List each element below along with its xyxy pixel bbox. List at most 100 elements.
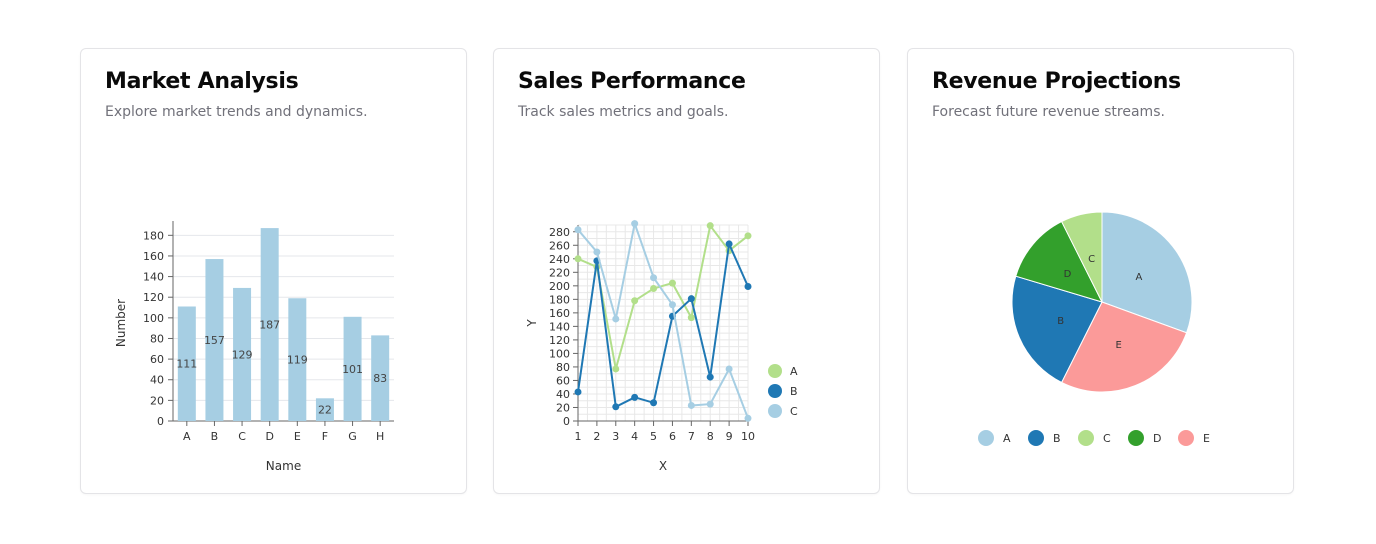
data-point	[744, 283, 752, 291]
y-tick-label: 160	[549, 307, 570, 320]
legend-label: C	[1103, 432, 1111, 445]
x-tick-label: A	[183, 430, 191, 443]
y-tick-label: 280	[549, 226, 570, 239]
data-point	[668, 279, 676, 287]
y-tick-label: 40	[150, 374, 164, 387]
pie-slice-label: E	[1115, 340, 1121, 351]
bar-value-label: 157	[204, 334, 225, 347]
data-point	[744, 232, 752, 240]
x-axis-title: X	[659, 459, 667, 473]
pie-chart: A E B D C A B C D E	[978, 211, 1210, 446]
data-point	[725, 365, 733, 373]
legend-swatch	[1028, 430, 1044, 446]
y-tick-label: 20	[150, 394, 164, 407]
y-tick-label: 80	[150, 332, 164, 345]
x-tick-label: D	[265, 430, 273, 443]
legend-label: A	[1003, 432, 1011, 445]
legend-label: E	[1203, 432, 1210, 445]
y-tick-label: 20	[556, 401, 570, 414]
legend-swatch	[978, 430, 994, 446]
legend-label: A	[790, 365, 798, 378]
x-tick-label: H	[376, 430, 384, 443]
y-tick-label: 140	[549, 320, 570, 333]
pie-slice-label: D	[1064, 269, 1072, 280]
legend-swatch	[768, 404, 782, 418]
legend-swatch	[768, 364, 782, 378]
y-tick-label: 140	[143, 271, 164, 284]
x-axis-title: Name	[266, 459, 301, 473]
y-tick-label: 240	[549, 253, 570, 266]
x-tick-label: B	[211, 430, 219, 443]
x-tick-label: 4	[631, 430, 638, 443]
y-tick-label: 120	[549, 334, 570, 347]
legend-swatch	[1178, 430, 1194, 446]
y-axis-title: Number	[114, 299, 128, 347]
y-tick-label: 40	[556, 388, 570, 401]
market-analysis-card: Market Analysis Explore market trends an…	[80, 48, 467, 494]
x-tick-label: 1	[575, 430, 582, 443]
x-tick-label: 7	[688, 430, 695, 443]
y-tick-label: 100	[143, 312, 164, 325]
legend-label: C	[790, 405, 798, 418]
y-tick-label: 80	[556, 361, 570, 374]
bar-chart: 0 20 40 60 80 100 120 140 160 180 111 A 157 B 129 C 187 D…	[114, 221, 394, 473]
data-point	[631, 297, 639, 305]
data-point	[574, 226, 582, 234]
sales-performance-card: Sales Performance Track sales metrics an…	[493, 48, 880, 494]
x-tick-label: E	[294, 430, 301, 443]
data-point	[725, 240, 733, 248]
data-point	[593, 248, 601, 256]
data-point	[574, 255, 582, 263]
pie-slice-label: A	[1135, 272, 1142, 283]
y-tick-label: 0	[563, 415, 570, 428]
y-tick-label: 60	[556, 374, 570, 387]
data-point	[574, 388, 582, 396]
data-point	[650, 285, 658, 293]
x-tick-label: 8	[707, 430, 714, 443]
bar-value-label: 187	[259, 319, 280, 332]
y-tick-label: 260	[549, 239, 570, 252]
legend-label: D	[1153, 432, 1161, 445]
y-tick-label: 180	[143, 229, 164, 242]
y-tick-label: 100	[549, 347, 570, 360]
data-point	[744, 414, 752, 422]
y-tick-label: 0	[157, 415, 164, 428]
y-tick-label: 120	[143, 291, 164, 304]
data-point	[650, 274, 658, 282]
x-tick-label: 3	[612, 430, 619, 443]
data-point	[612, 403, 620, 411]
data-point	[706, 373, 714, 381]
legend-swatch	[1128, 430, 1144, 446]
x-tick-label: 10	[741, 430, 755, 443]
data-point	[631, 220, 639, 228]
data-point	[631, 393, 639, 401]
x-tick-label: G	[348, 430, 357, 443]
data-point	[612, 315, 620, 323]
bar-value-label: 119	[287, 354, 308, 367]
pie-slice-label: B	[1057, 316, 1064, 327]
data-point	[706, 222, 714, 230]
bar-value-label: 111	[176, 358, 197, 371]
x-tick-label: 2	[593, 430, 600, 443]
legend-label: B	[790, 385, 798, 398]
data-point	[706, 400, 714, 408]
revenue-projections-card: Revenue Projections Forecast future reve…	[907, 48, 1294, 494]
line-chart: 020406080100120140160180200220240260280 1…	[525, 219, 798, 473]
legend-swatch	[768, 384, 782, 398]
data-point	[650, 399, 658, 407]
data-point	[612, 365, 620, 373]
data-point	[687, 314, 695, 322]
y-tick-label: 160	[143, 250, 164, 263]
legend-swatch	[1078, 430, 1094, 446]
bar-value-label: 22	[318, 404, 332, 417]
y-tick-label: 200	[549, 280, 570, 293]
y-tick-label: 220	[549, 266, 570, 279]
bar-value-label: 129	[232, 348, 253, 361]
y-axis-title: Y	[525, 319, 539, 328]
data-point	[668, 301, 676, 309]
bar-value-label: 101	[342, 363, 363, 376]
pie-slice-label: C	[1088, 254, 1095, 265]
x-tick-label: 6	[669, 430, 676, 443]
x-tick-label: F	[322, 430, 328, 443]
y-tick-label: 60	[150, 353, 164, 366]
